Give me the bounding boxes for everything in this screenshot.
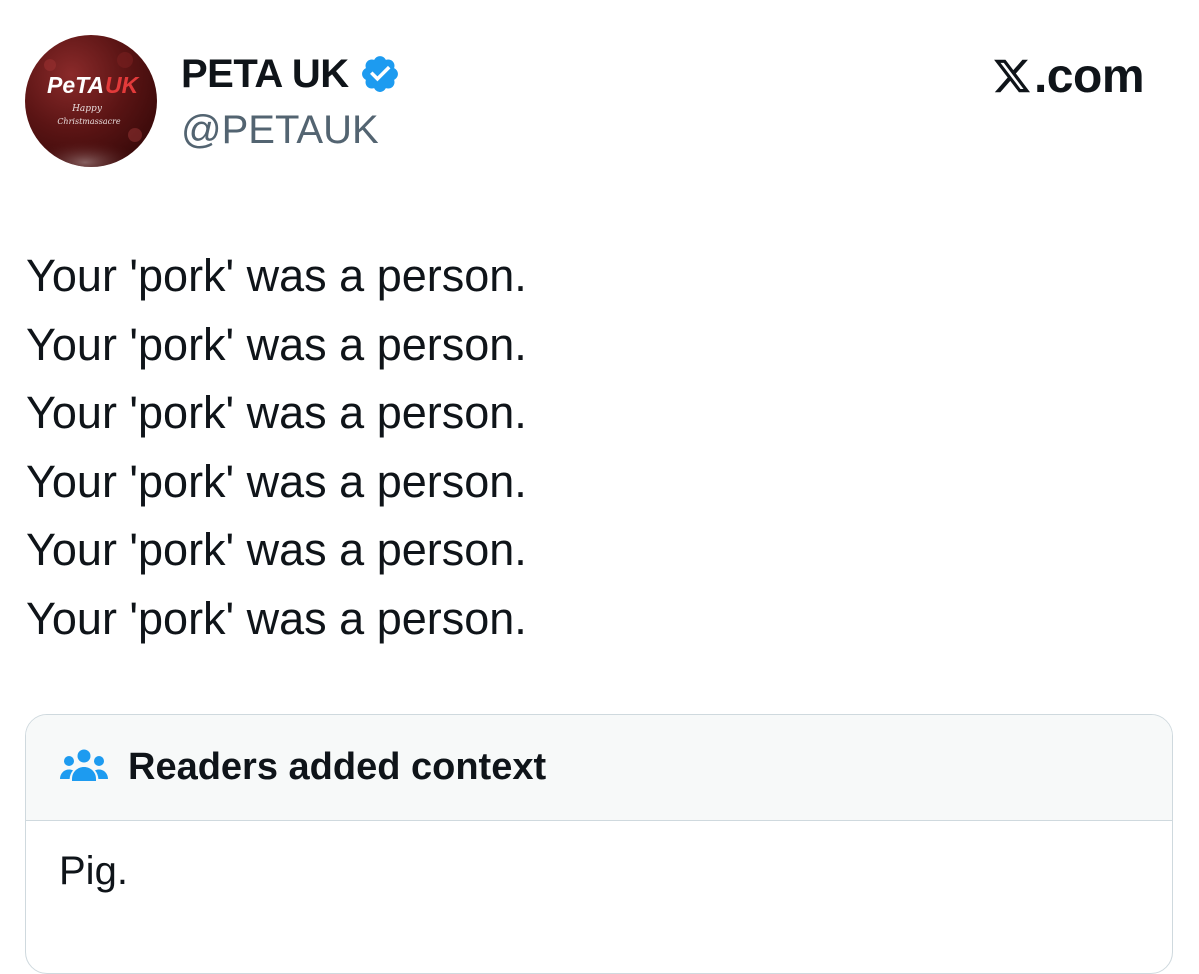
author-name[interactable]: PETA UK [181,50,349,98]
tweet-line: Your 'pork' was a person. [26,387,527,439]
author-avatar[interactable]: PeTA UK Happy Christmassacre [25,35,157,167]
community-note[interactable]: Readers added context Pig. [25,714,1173,974]
svg-text:Christmassacre: Christmassacre [57,117,121,126]
brand-label: .com [1033,49,1145,103]
tweet-text: Your 'pork' was a person. Your 'pork' wa… [26,242,1166,654]
tweet-line: Your 'pork' was a person. [26,524,527,576]
community-note-header[interactable]: Readers added context [26,715,1172,821]
community-note-title: Readers added context [128,746,547,788]
community-note-body: Pig. [59,849,128,893]
tweet-line: Your 'pork' was a person. [26,318,527,370]
verified-badge-icon [361,56,398,92]
x-com-brand: .com [992,49,1145,103]
x-logo-icon [994,59,1031,93]
people-icon [60,749,108,781]
svg-text:PeTA: PeTA [47,72,104,98]
peta-uk-logo: PeTA UK Happy Christmassacre [30,52,142,167]
svg-text:UK: UK [105,72,140,98]
tweet-line: Your 'pork' was a person. [26,455,527,507]
tweet-line: Your 'pork' was a person. [26,250,527,301]
author-name-row[interactable]: PETA UK [181,50,401,98]
author-handle[interactable]: @PETAUK [181,106,379,154]
svg-text:Happy: Happy [71,104,103,114]
tweet-line: Your 'pork' was a person. [26,592,527,644]
